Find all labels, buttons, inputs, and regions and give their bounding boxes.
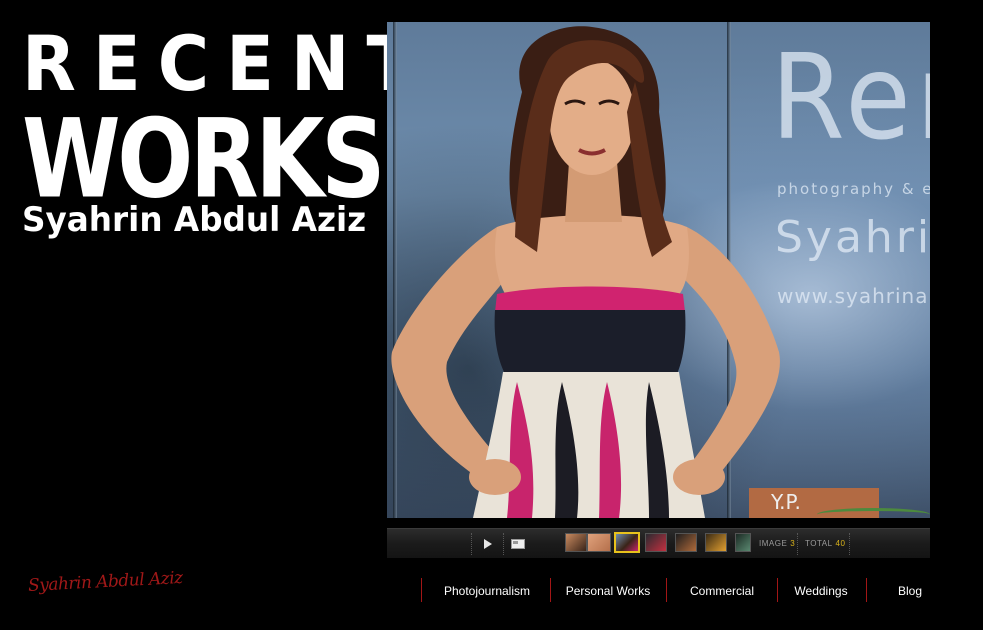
nav-photojournalism[interactable]: Photojournalism [430,576,544,606]
nav-divider [777,578,778,602]
total-label: TOTAL [805,539,833,548]
page-title-works: WORKS [22,94,386,223]
thumbnail[interactable] [675,533,697,552]
image-counter: IMAGE 3 [759,539,795,548]
total-counter: TOTAL 40 [805,539,845,548]
strip-divider [503,533,505,555]
gallery-controls: IMAGE 3 TOTAL 40 [387,528,930,558]
nav-divider [421,578,422,602]
image-label: IMAGE [759,539,788,548]
main-nav: Photojournalism Personal Works Commercia… [0,576,983,606]
nav-commercial[interactable]: Commercial [672,576,772,606]
thumbnail-active[interactable] [614,532,640,553]
strip-divider [471,533,473,555]
model-figure [391,26,780,518]
fullscreen-icon[interactable] [509,535,527,553]
strip-divider [797,533,799,555]
thumbnail[interactable] [735,533,751,552]
nav-weddings[interactable]: Weddings [782,576,860,606]
play-icon[interactable] [479,535,497,553]
image-number: 3 [790,539,796,548]
thumbnail[interactable] [645,533,667,552]
nav-divider [666,578,667,602]
strip-divider [849,533,851,555]
thumbnail[interactable] [705,533,727,552]
nav-divider [866,578,867,602]
nav-divider [550,578,551,602]
thumbnail[interactable] [587,533,611,552]
total-number: 40 [835,539,846,548]
photographer-name: Syahrin Abdul Aziz [22,200,367,240]
nav-personal-works[interactable]: Personal Works [556,576,660,606]
thumbnail[interactable] [565,533,587,552]
featured-photo[interactable]: Ren photography & e Syahrin www.syahrina… [387,22,930,518]
title-block: RECENT WORKS Syahrin Abdul Aziz [22,24,414,240]
nav-blog[interactable]: Blog [874,576,946,606]
page: RECENT WORKS Syahrin Abdul Aziz Ren phot… [0,0,983,630]
